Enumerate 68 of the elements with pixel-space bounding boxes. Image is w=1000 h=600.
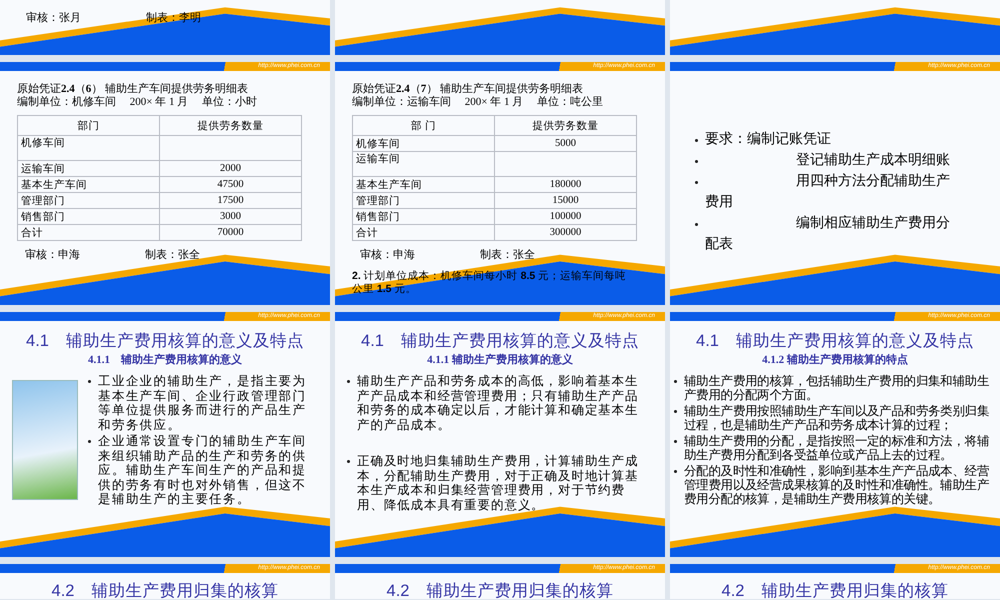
table-cell: 机修车间	[18, 136, 160, 160]
bullet-text: 企业通常设置专门的辅助生产车间来组织辅助产品的生产和劳务的供应。辅助生产车间生产的产品和提供的劳务有时也对外销售，但这不是辅助生产的主要任务。	[98, 434, 308, 506]
bullet-text: 辅助生产费用按照辅助生产车间以及产品和劳务类别归集过程，也是辅助生产产品和劳务成本计算的过程；	[684, 404, 990, 432]
list-item-text: 登记辅助生产成本明细账	[795, 151, 951, 170]
bullet-icon	[695, 160, 698, 163]
signature-label: 审核：申海	[360, 248, 416, 262]
slide-subtitle: 4.1.1 辅助生产费用核算的意义	[426, 352, 574, 367]
signature-label: 制表：张全	[480, 248, 536, 262]
table-title: 原始凭证2.4（7） 辅助生产车间提供劳务明细表	[352, 83, 584, 96]
bullet-icon	[88, 380, 91, 383]
signature-label: 制表：张全	[145, 248, 201, 262]
table-cell: 管理部门	[352, 192, 494, 208]
table-cell: 基本生产车间	[18, 176, 160, 192]
bullet-text: 辅助生产产品和劳务成本的高低，影响着基本生产产品成本和经营管理费用；只有辅助生产产品和劳务的成本确定以后，才能计算和确定基本生产的产品成本。	[357, 374, 640, 432]
table-cell: 合计	[352, 224, 494, 240]
bullet-icon	[674, 440, 677, 443]
bullet-icon	[674, 380, 677, 383]
table-cell: 180000	[494, 176, 636, 192]
column-header: 提供劳务数量	[160, 116, 302, 136]
slide-title: 4.2 辅助生产费用归集的核算	[386, 581, 614, 599]
signature-label: 审核：申海	[25, 248, 81, 262]
table-cell: 3000	[160, 208, 302, 224]
column-header: 部 门	[352, 116, 494, 136]
list-item-text: 编制相应辅助生产费用分配表	[705, 214, 951, 254]
bullet-text: 辅助生产费用的分配，是指按照一定的标准和方法，将辅助生产费用分配到各受益单位或产品上去的过程。	[684, 434, 990, 462]
table-cell: 100000	[494, 208, 636, 224]
signature-label: 审核：张月	[26, 10, 82, 25]
bullet-icon	[347, 380, 350, 383]
bullet-text: 辅助生产费用的核算，包括辅助生产费用的归集和辅助生产费用的分配两个方面。	[684, 374, 990, 402]
table-cell: 15000	[494, 192, 636, 208]
table-cell: 机修车间	[352, 136, 494, 152]
bullet-icon	[695, 139, 698, 142]
table-cell: 管理部门	[18, 192, 160, 208]
column-header: 部门	[18, 116, 160, 136]
bullet-text: 正确及时地归集辅助生产费用，计算辅助生产成本，分配辅助生产费用，对于正确及时地计算基本生产成本和归集经营管理费用，对于节约费用、降低成本具有重要的意义。	[357, 454, 640, 512]
bullet-text: 分配的及时性和准确性，影响到基本生产产品成本、经营管理费用以及经营成果核算的及时性和准确性。辅助生产费用分配的核算，是辅助生产费用核算的关键。	[684, 464, 990, 506]
bullet-icon	[347, 460, 350, 463]
table-cell: 5000	[494, 136, 636, 152]
bullet-icon	[695, 223, 698, 226]
table-cell: 销售部门	[18, 208, 160, 224]
slide-title: 4.2 辅助生产费用归集的核算	[720, 581, 950, 599]
bullet-icon	[674, 470, 677, 473]
slide-title: 4.2 辅助生产费用归集的核算	[50, 581, 280, 599]
slide-subtitle: 4.1.2 辅助生产费用核算的特点	[761, 352, 909, 367]
slide-title: 4.1 辅助生产费用核算的意义及特点	[25, 331, 305, 352]
slide-title: 4.1 辅助生产费用核算的意义及特点	[360, 331, 640, 352]
table-caption: 编制单位：运输车间 200× 年 1 月 单位：吨公里	[352, 96, 604, 109]
table-cell: 70000	[160, 224, 302, 240]
table-caption: 编制单位：机修车间 200× 年 1 月 单位：小时	[17, 96, 258, 109]
table-cell: 合计	[18, 224, 160, 240]
table-cell: 运输车间	[352, 152, 494, 176]
bullet-text: 工业企业的辅助生产，是指主要为基本生产车间、企业行政管理部门等单位提供服务而进行的产品生产和劳务供应。	[98, 374, 308, 432]
table-cell: 基本生产车间	[352, 176, 494, 192]
table-cell: 17500	[160, 192, 302, 208]
list-item-text: 要求：编制记账凭证	[705, 130, 832, 149]
slide-title: 4.1 辅助生产费用核算的意义及特点	[695, 331, 975, 352]
slide-subtitle: 4.1.1 辅助生产费用核算的意义	[87, 352, 243, 367]
bullet-icon	[88, 440, 91, 443]
table-cell: 2000	[160, 160, 302, 176]
table-title: 原始凭证2.4（6） 辅助生产车间提供劳务明细表	[17, 83, 249, 96]
table-cell: 运输车间	[18, 160, 160, 176]
bullet-icon	[674, 410, 677, 413]
table-cell: 47500	[160, 176, 302, 192]
list-item-text: 用四种方法分配辅助生产费用	[705, 172, 951, 212]
table-cell: 300000	[494, 224, 636, 240]
table-cell: 销售部门	[352, 208, 494, 224]
bullet-icon	[695, 181, 698, 184]
column-header: 提供劳务数量	[494, 116, 636, 136]
